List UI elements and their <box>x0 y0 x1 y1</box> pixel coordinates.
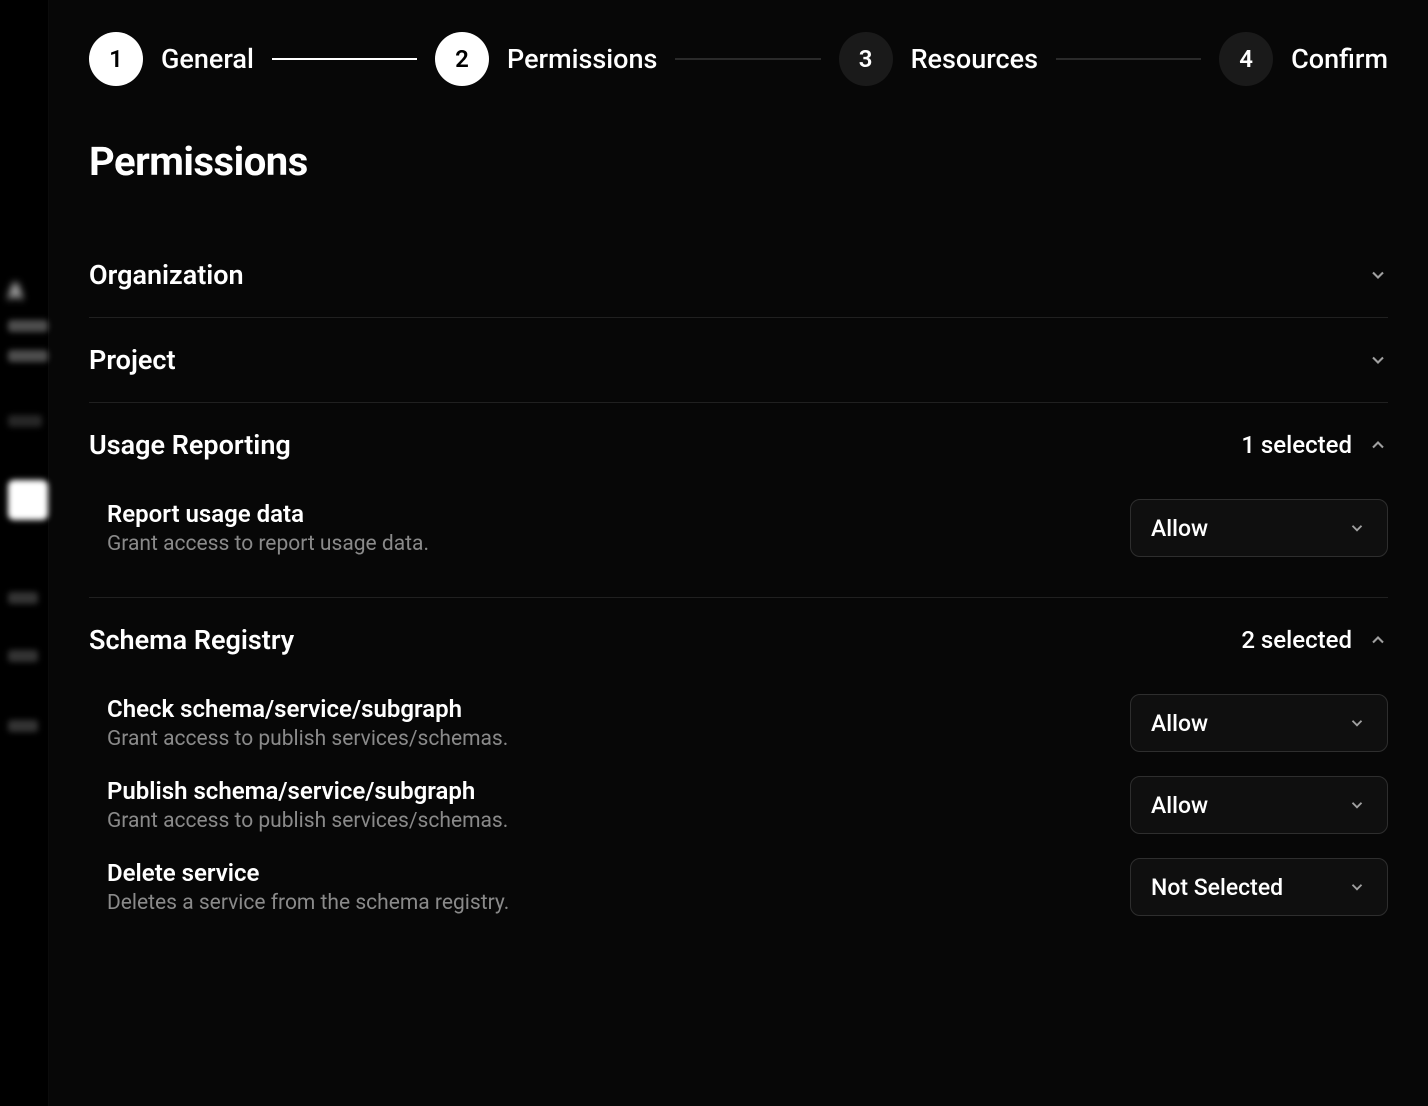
section-title: Organization <box>89 259 244 291</box>
select-value: Allow <box>1151 792 1208 819</box>
step-permissions[interactable]: 2 Permissions <box>435 32 657 86</box>
step-number: 3 <box>839 32 893 86</box>
section-header-project[interactable]: Project <box>89 318 1388 402</box>
section-usage-reporting: Usage Reporting 1 selected Report usage … <box>89 403 1388 598</box>
chevron-down-icon <box>1347 713 1367 733</box>
rail-item-blur <box>8 650 38 662</box>
permission-text: Report usage data Grant access to report… <box>107 500 1130 556</box>
permission-text: Delete service Deletes a service from th… <box>107 859 1130 915</box>
rail-item-blur <box>8 720 38 732</box>
rail-item-blur <box>8 320 48 332</box>
section-organization: Organization <box>89 233 1388 318</box>
permission-desc: Grant access to publish services/schemas… <box>107 727 1130 751</box>
step-connector <box>272 58 417 60</box>
permission-select-report-usage[interactable]: Allow <box>1130 499 1388 557</box>
permission-select-delete-service[interactable]: Not Selected <box>1130 858 1388 916</box>
permission-row-publish-schema: Publish schema/service/subgraph Grant ac… <box>89 764 1388 846</box>
select-value: Allow <box>1151 710 1208 737</box>
step-general[interactable]: 1 General <box>89 32 254 86</box>
section-title: Project <box>89 344 176 376</box>
chevron-down-icon <box>1347 518 1367 538</box>
permission-title: Report usage data <box>107 500 1130 528</box>
step-label: Confirm <box>1291 43 1388 75</box>
permission-desc: Grant access to publish services/schemas… <box>107 809 1130 833</box>
page-title: Permissions <box>89 138 1388 185</box>
step-connector <box>675 58 820 60</box>
section-body: Report usage data Grant access to report… <box>89 487 1388 597</box>
step-label: Permissions <box>507 43 657 75</box>
permission-desc: Deletes a service from the schema regist… <box>107 891 1130 915</box>
chevron-down-icon <box>1347 877 1367 897</box>
step-resources[interactable]: 3 Resources <box>839 32 1038 86</box>
permission-text: Publish schema/service/subgraph Grant ac… <box>107 777 1130 833</box>
section-body: Check schema/service/subgraph Grant acce… <box>89 682 1388 956</box>
permission-title: Delete service <box>107 859 1130 887</box>
permission-row-check-schema: Check schema/service/subgraph Grant acce… <box>89 682 1388 764</box>
section-title: Usage Reporting <box>89 429 291 461</box>
chevron-down-icon <box>1347 795 1367 815</box>
permission-row-report-usage: Report usage data Grant access to report… <box>89 487 1388 569</box>
select-value: Allow <box>1151 515 1208 542</box>
select-value: Not Selected <box>1151 874 1283 901</box>
step-connector <box>1056 58 1201 60</box>
section-project: Project <box>89 318 1388 403</box>
permission-desc: Grant access to report usage data. <box>107 532 1130 556</box>
stepper: 1 General 2 Permissions 3 Resources 4 Co… <box>89 32 1388 86</box>
step-label: Resources <box>911 43 1038 75</box>
chevron-down-icon <box>1368 265 1388 285</box>
permission-row-delete-service: Delete service Deletes a service from th… <box>89 846 1388 928</box>
section-header-usage-reporting[interactable]: Usage Reporting 1 selected <box>89 403 1388 487</box>
section-header-organization[interactable]: Organization <box>89 233 1388 317</box>
permission-text: Check schema/service/subgraph Grant acce… <box>107 695 1130 751</box>
rail-item-blur <box>8 480 48 520</box>
chevron-down-icon <box>1368 350 1388 370</box>
step-confirm[interactable]: 4 Confirm <box>1219 32 1388 86</box>
step-number: 4 <box>1219 32 1273 86</box>
section-header-schema-registry[interactable]: Schema Registry 2 selected <box>89 598 1388 682</box>
permission-title: Publish schema/service/subgraph <box>107 777 1130 805</box>
permission-select-publish-schema[interactable]: Allow <box>1130 776 1388 834</box>
selected-count: 1 selected <box>1241 431 1352 459</box>
rail-item-blur <box>8 350 48 362</box>
chevron-up-icon <box>1368 630 1388 650</box>
permission-select-check-schema[interactable]: Allow <box>1130 694 1388 752</box>
main-content: 1 General 2 Permissions 3 Resources 4 Co… <box>48 0 1428 1106</box>
left-rail: A <box>0 0 48 1106</box>
permission-title: Check schema/service/subgraph <box>107 695 1130 723</box>
step-number: 1 <box>89 32 143 86</box>
rail-item-blur <box>8 592 38 604</box>
step-label: General <box>161 43 254 75</box>
step-number: 2 <box>435 32 489 86</box>
selected-count: 2 selected <box>1241 626 1352 654</box>
rail-item-blur <box>8 415 42 427</box>
section-title: Schema Registry <box>89 624 294 656</box>
rail-item-blur: A <box>8 280 23 305</box>
section-schema-registry: Schema Registry 2 selected Check schema/… <box>89 598 1388 956</box>
chevron-up-icon <box>1368 435 1388 455</box>
